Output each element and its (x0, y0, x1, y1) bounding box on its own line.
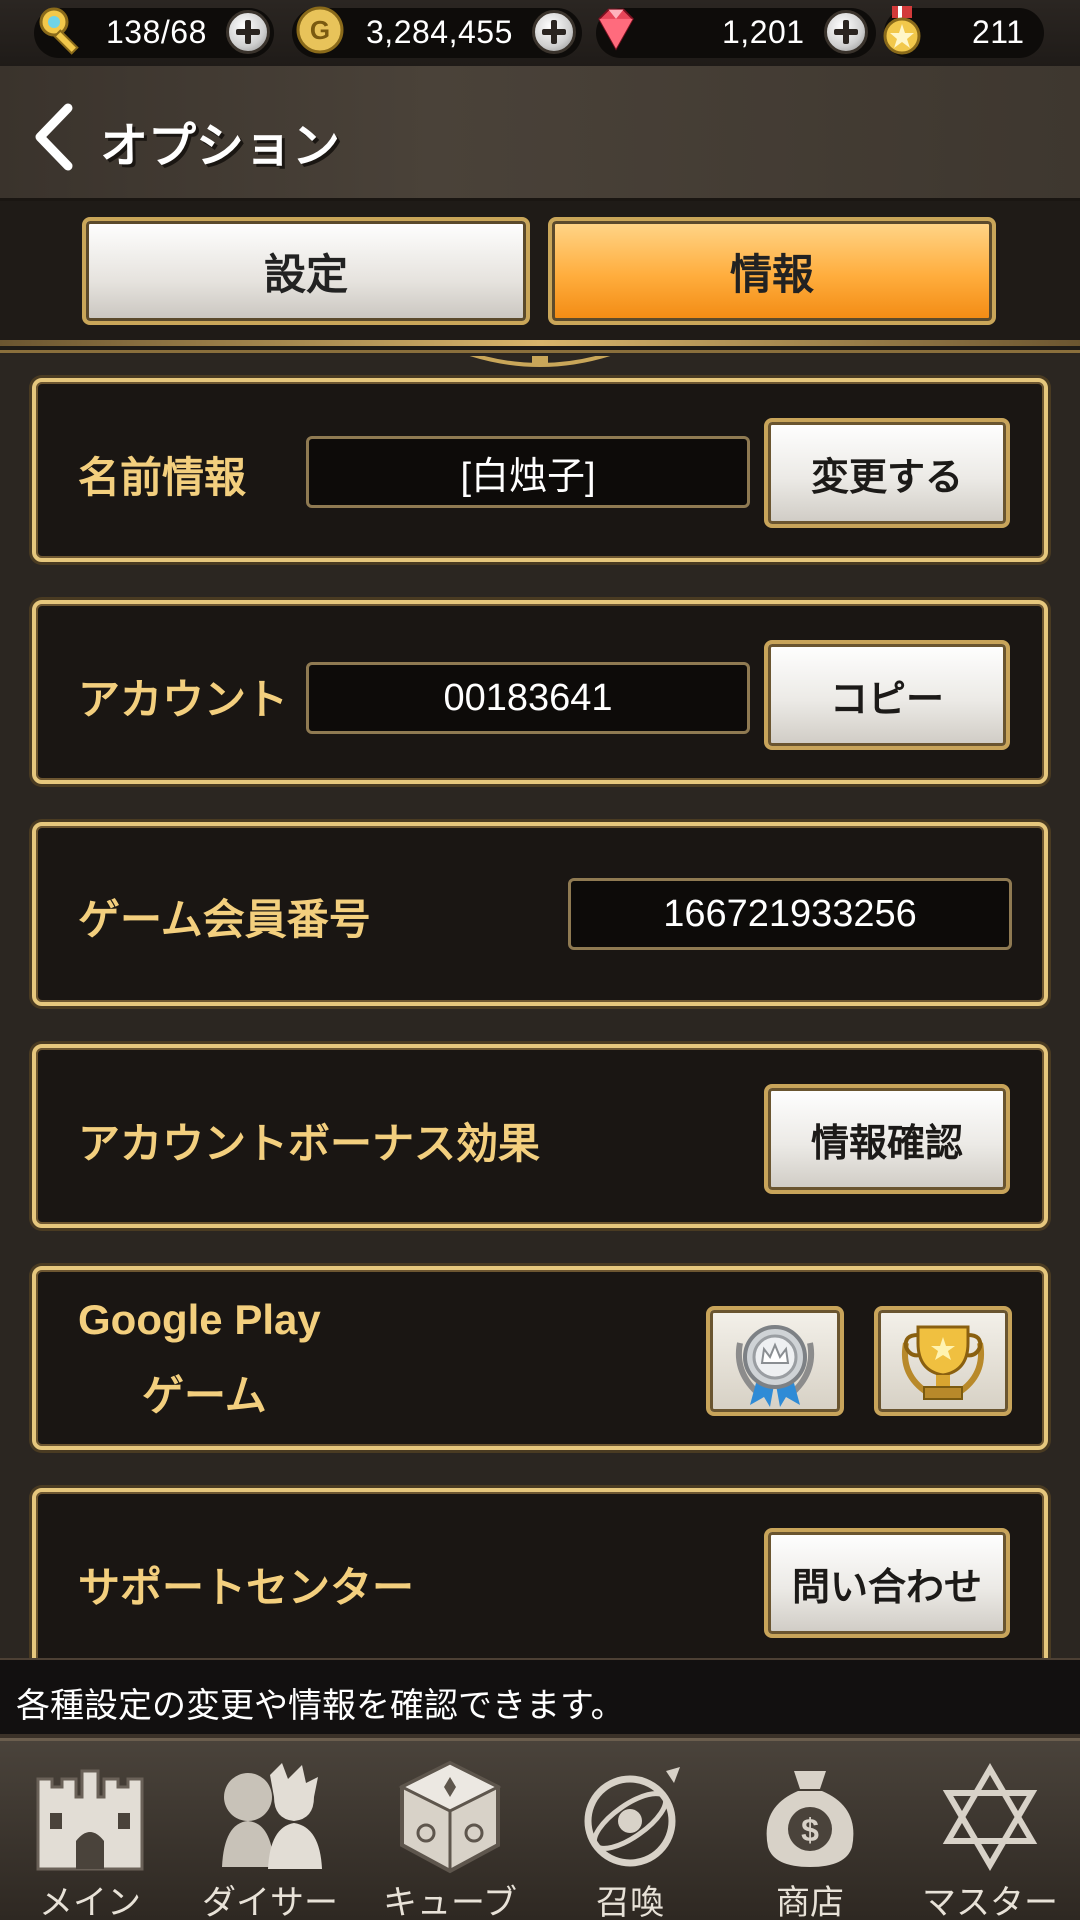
support-center-label: サポートセンター (78, 1563, 415, 1612)
google-play-card: Google Play ゲーム (32, 1266, 1048, 1450)
hint-text: 各種設定の変更や情報を確認できます。 (16, 1686, 625, 1726)
cube-icon (390, 1757, 510, 1877)
gems-value: 1,201 (722, 14, 805, 50)
gold-value: 3,284,455 (366, 14, 513, 50)
tab-settings[interactable]: 設定 (82, 217, 530, 325)
resource-bar: 138/68 G 3,284,455 1,201 211 (0, 0, 1080, 66)
account-card: アカウント 00183641 コピー (32, 600, 1048, 784)
name-label: 名前情報 (78, 453, 247, 502)
keys-value: 138/68 (106, 14, 207, 50)
nav-item-dicer[interactable]: ダイサー (180, 1747, 360, 1920)
hint-bar: 各種設定の変更や情報を確認できます。 (0, 1658, 1080, 1738)
member-number-field: 166721933256 (568, 878, 1012, 950)
member-number-card: ゲーム会員番号 166721933256 (32, 822, 1048, 1006)
account-label: アカウント (78, 675, 289, 724)
member-number-label: ゲーム会員番号 (78, 895, 371, 944)
page-title: オプション (100, 118, 341, 174)
google-play-label: Google Play (78, 1296, 321, 1343)
change-name-button[interactable]: 変更する (764, 418, 1010, 528)
ornament-icon (460, 356, 620, 372)
page-header: オプション (0, 66, 1080, 201)
nav-label-cube: キューブ (383, 1883, 517, 1920)
divider (0, 340, 1080, 346)
nav-item-shop[interactable]: $ 商店 (720, 1747, 900, 1920)
account-bonus-card: アカウントボーナス効果 情報確認 (32, 1044, 1048, 1228)
castle-icon (30, 1757, 150, 1877)
svg-text:$: $ (801, 1812, 819, 1848)
bottom-nav: メイン ダイサー キューブ 召喚 $ 商店 マスター (0, 1738, 1080, 1920)
nav-item-cube[interactable]: キューブ (360, 1747, 540, 1920)
nav-label-dicer: ダイサー (202, 1883, 338, 1920)
leaderboard-trophy-icon (902, 1325, 984, 1400)
contact-button[interactable]: 問い合わせ (764, 1528, 1010, 1638)
nav-item-main[interactable]: メイン (0, 1747, 180, 1920)
leaderboard-button[interactable] (874, 1306, 1012, 1416)
account-bonus-label: アカウントボーナス効果 (78, 1119, 541, 1168)
add-gems-button[interactable] (824, 10, 868, 54)
tab-info[interactable]: 情報 (548, 217, 996, 325)
copy-account-button[interactable]: コピー (764, 640, 1010, 750)
back-arrow-icon[interactable] (30, 102, 80, 172)
hexagram-icon (930, 1757, 1050, 1877)
characters-icon (210, 1757, 330, 1877)
key-icon (36, 4, 88, 56)
bonus-info-button[interactable]: 情報確認 (764, 1084, 1010, 1194)
gold-coin-icon: G (294, 4, 346, 56)
nav-label-shop: 商店 (776, 1883, 844, 1920)
add-gold-button[interactable] (532, 10, 576, 54)
account-field: 00183641 (306, 662, 750, 734)
tab-bar: 設定 情報 (0, 201, 1080, 351)
achievements-medal-icon (736, 1325, 814, 1407)
google-play-games-label: ゲーム (142, 1371, 267, 1420)
money-bag-icon: $ (750, 1757, 870, 1877)
gem-icon (590, 4, 642, 56)
name-field: [白烛子] (306, 436, 750, 508)
medals-value: 211 (972, 14, 1025, 50)
nav-item-summon[interactable]: 召喚 (540, 1747, 720, 1920)
support-center-card: サポートセンター 問い合わせ (32, 1488, 1048, 1658)
add-keys-button[interactable] (226, 10, 270, 54)
summon-icon (570, 1757, 690, 1877)
divider (0, 350, 1080, 353)
svg-text:G: G (310, 15, 330, 45)
achievements-button[interactable] (706, 1306, 844, 1416)
star-medal-icon (876, 4, 928, 56)
nav-label-summon: 召喚 (596, 1883, 664, 1920)
name-card: 名前情報 [白烛子] 変更する (32, 378, 1048, 562)
nav-label-main: メイン (39, 1883, 141, 1920)
options-list[interactable]: 名前情報 [白烛子] 変更する アカウント 00183641 コピー ゲーム会員… (0, 356, 1080, 1658)
nav-item-master[interactable]: マスター (900, 1747, 1080, 1920)
nav-label-master: マスター (922, 1883, 1058, 1920)
